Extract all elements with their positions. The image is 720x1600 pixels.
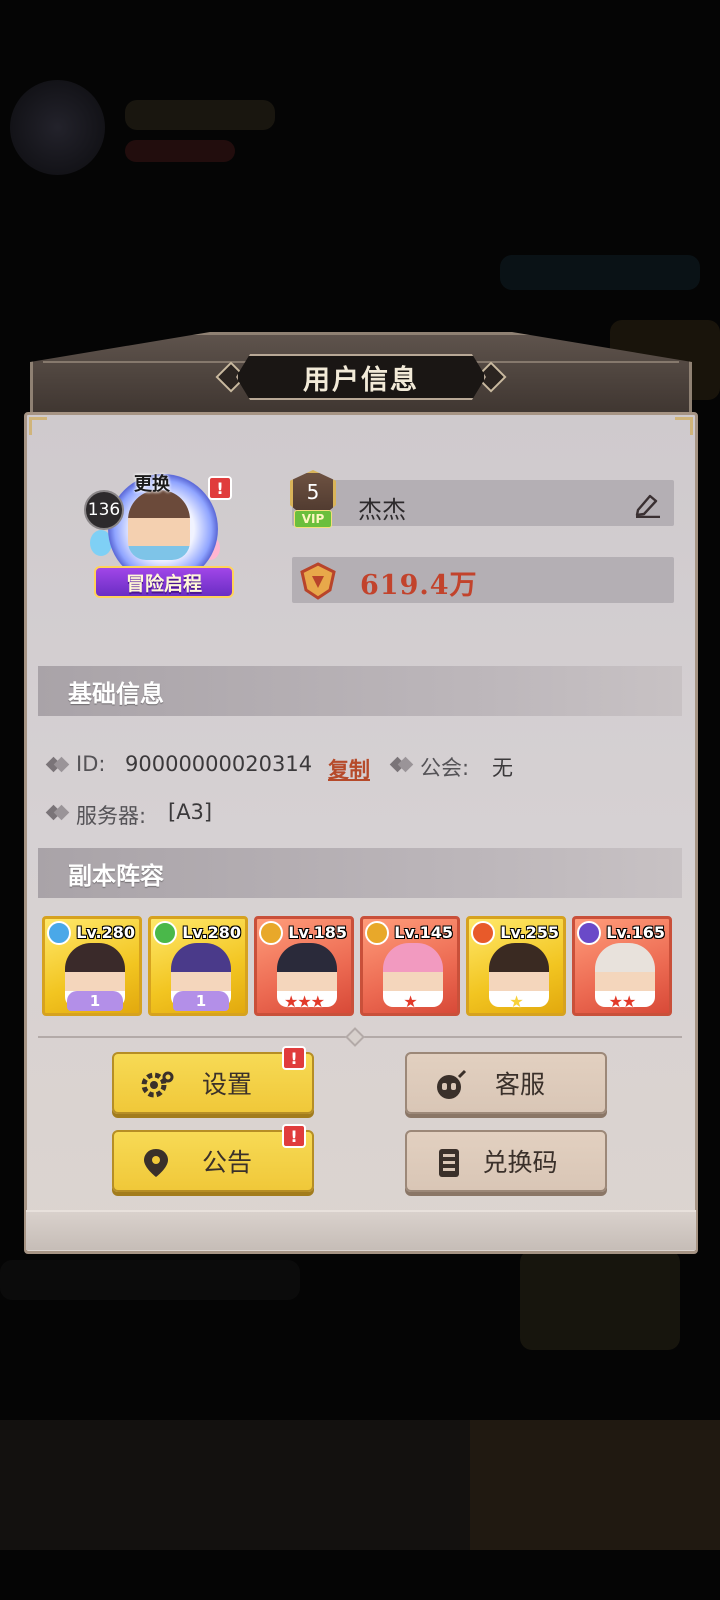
id-row: ID: [76,752,105,776]
combat-power-icon [300,562,336,600]
dialog-title: 用户信息 [303,364,419,396]
hero-element-icon [577,921,601,945]
vip-tag: VIP [294,510,332,528]
background-block [470,1420,720,1550]
background-block [520,1250,680,1350]
background-block [500,255,700,290]
dialog-title-plate: 用户信息 [236,354,486,400]
settings-label: 设置 [201,1070,252,1099]
dialog-footer [26,1210,696,1250]
bullet-icon [45,802,70,824]
hero-element-icon [471,921,495,945]
lineup-header: 副本阵容 [38,848,682,898]
corner-ornament-icon [29,417,47,435]
guild-label: 公会: [420,752,469,782]
hero-level: Lv.280 [182,923,241,942]
guild-label-text: 公会: [420,756,470,780]
support-label: 客服 [494,1070,545,1099]
hero-level: Lv.280 [76,923,135,942]
notice-label: 公告 [201,1148,252,1177]
hero-card[interactable]: Lv.145 ★ [360,916,460,1016]
hero-stars: ★ [403,992,417,1011]
vip-badge: 5 VIP [284,470,342,534]
server-label-text: 服务器: [76,804,147,828]
hero-element-icon [365,921,389,945]
notice-alert-icon: ! [282,1124,306,1148]
headset-icon [437,1069,467,1099]
hero-element-icon [153,921,177,945]
ticket-icon [439,1149,459,1177]
server-value: [A3] [168,800,213,824]
combat-power-value: 619.4万 [360,570,478,601]
hero-level: Lv.185 [288,923,347,942]
bullet-icon [389,754,414,776]
player-avatar[interactable]: 136 更换 ! 冒险启程 [68,470,248,610]
player-level-badge: 136 [84,490,124,530]
location-pin-icon [144,1149,168,1177]
background-avatar [10,80,105,175]
support-button[interactable]: 客服 [405,1052,607,1114]
lineup-title: 副本阵容 [68,862,164,890]
hero-card[interactable]: Lv.280 1 [148,916,248,1016]
hero-level: Lv.255 [500,923,559,942]
avatar-alert-icon: ! [208,476,232,500]
hero-card[interactable]: Lv.255 ★ [466,916,566,1016]
id-label: ID: [76,752,106,776]
server-label: 服务器: [76,800,146,830]
basic-info-title: 基础信息 [68,680,164,708]
settings-alert-icon: ! [282,1046,306,1070]
corner-ornament-icon [675,417,693,435]
hero-wing-badge: 1 [173,991,229,1011]
hero-stars: ★ [509,992,523,1011]
hero-level: Lv.165 [606,923,665,942]
hero-card[interactable]: Lv.280 1 [42,916,142,1016]
edit-name-icon[interactable] [632,492,662,518]
hero-wing-badge: 1 [67,991,123,1011]
background-block [125,100,275,130]
hero-stars: ★★★ [283,992,325,1011]
copy-id-button[interactable]: 复制 [328,754,370,784]
hero-level: Lv.145 [394,923,453,942]
vip-level: 5 [306,480,320,504]
hero-element-icon [47,921,71,945]
hero-element-icon [259,921,283,945]
redeem-code-label: 兑换码 [482,1148,558,1177]
change-avatar-label[interactable]: 更换 [134,470,170,496]
guild-value: 无 [492,756,513,780]
hero-card[interactable]: Lv.185 ★★★ [254,916,354,1016]
basic-info-header: 基础信息 [38,666,682,716]
name-row [292,480,674,526]
power-row [292,557,674,603]
background-block [125,140,235,162]
avatar-portrait [128,490,190,560]
id-value: 90000000020314 [125,752,313,776]
player-name: 杰杰 [358,496,406,524]
bullet-icon [45,754,70,776]
redeem-code-button[interactable]: 兑换码 [405,1130,607,1192]
frame-ribbon: 冒险启程 [94,566,234,598]
hero-card[interactable]: Lv.165 ★★ [572,916,672,1016]
background-block [0,1260,300,1300]
gear-icon [141,1071,174,1098]
hero-stars: ★★ [608,992,637,1011]
